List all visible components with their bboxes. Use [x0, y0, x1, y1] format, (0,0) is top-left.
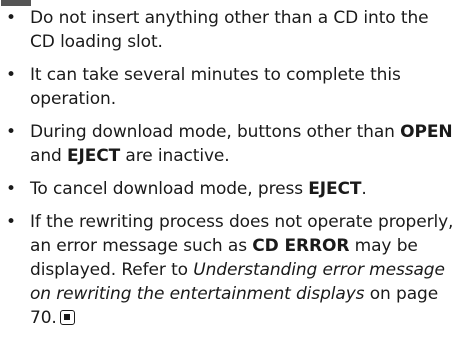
note-text: It can take several minutes to complete … — [30, 65, 401, 109]
bullet-icon: • — [6, 179, 16, 199]
list-item: • During download mode, buttons other th… — [0, 120, 457, 168]
end-of-section-icon — [59, 310, 75, 325]
bullet-icon: • — [6, 65, 16, 85]
note-text: To cancel download mode, press — [30, 179, 309, 199]
note-text: and — [30, 146, 67, 166]
open-button-label: OPEN — [400, 122, 453, 142]
note-text: are inactive. — [120, 146, 230, 166]
bullet-icon: • — [6, 122, 16, 142]
list-item: • It can take several minutes to complet… — [0, 63, 457, 111]
eject-button-label: EJECT — [67, 146, 121, 166]
notes-list: • Do not insert anything other than a CD… — [0, 6, 457, 339]
bullet-icon: • — [6, 212, 16, 232]
note-text: During download mode, buttons other than — [30, 122, 401, 142]
note-text: Do not insert anything other than a CD i… — [30, 8, 429, 52]
error-message-label: CD ERROR — [252, 236, 350, 256]
list-item: • To cancel download mode, press EJECT. — [0, 177, 457, 201]
bullet-icon: • — [6, 8, 16, 28]
eject-button-label: EJECT — [308, 179, 362, 199]
list-item: • If the rewriting process does not oper… — [0, 210, 457, 330]
note-text: . — [361, 179, 367, 199]
list-item: • Do not insert anything other than a CD… — [0, 6, 457, 54]
